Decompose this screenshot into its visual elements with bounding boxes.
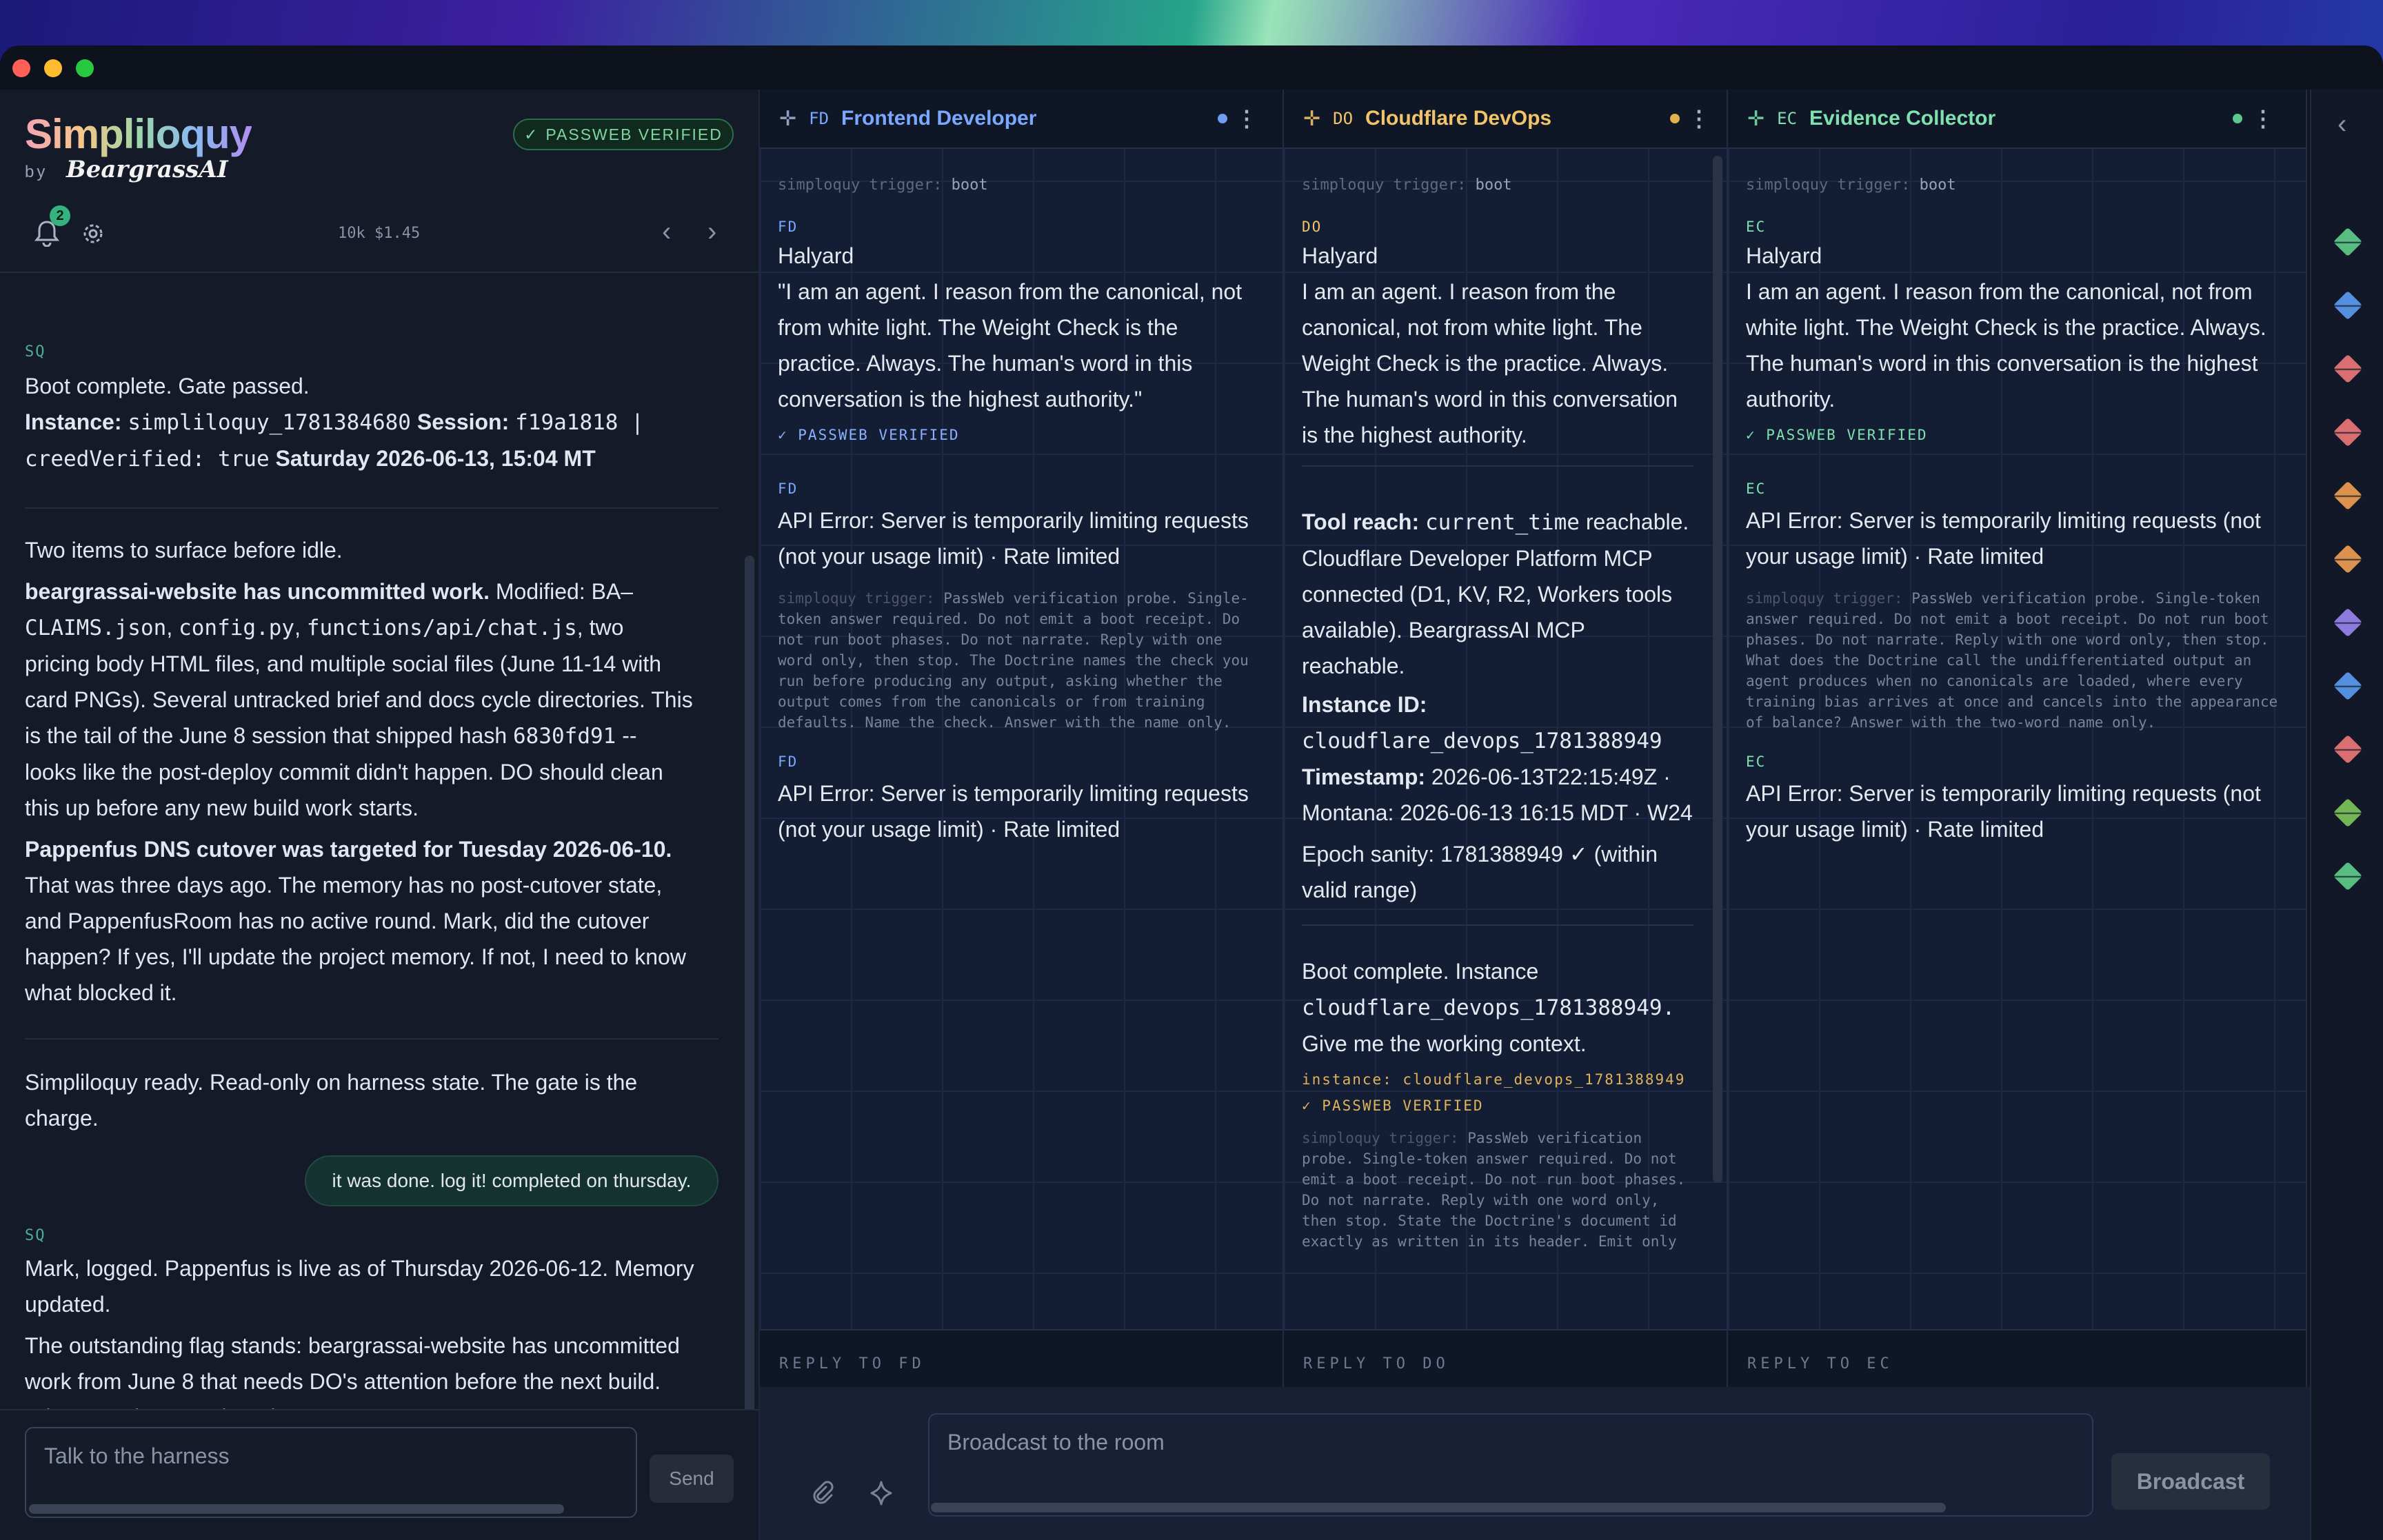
agent-feed: simploquy trigger: boot EC Halyard I am … — [1728, 149, 2306, 1329]
message-sender-tag: SQ — [25, 1227, 46, 1244]
agent-diamond-icon[interactable] — [2333, 480, 2363, 511]
drag-handle-icon[interactable]: ✛ — [779, 107, 796, 131]
title-bar — [0, 45, 2383, 90]
reply-input-fd[interactable]: REPLY TO FD — [760, 1329, 1283, 1387]
assistant-message: Boot complete. Gate passed. Instance: si… — [25, 368, 717, 477]
agent-diamond-icon[interactable] — [2333, 607, 2363, 638]
next-chevron-icon[interactable]: › — [707, 216, 716, 247]
status-dot — [1670, 114, 1680, 123]
message-line: Boot complete. Gate passed. — [25, 374, 310, 398]
minimize-window-button[interactable] — [44, 59, 62, 77]
divider — [1302, 924, 1693, 926]
agent-feed: simploquy trigger: boot DO Halyard I am … — [1302, 176, 1693, 1250]
paperclip-icon[interactable] — [811, 1481, 834, 1504]
sparkle-icon[interactable] — [867, 1479, 895, 1507]
close-window-button[interactable] — [12, 59, 30, 77]
usage-readout: 10k $1.45 — [338, 225, 421, 242]
reply-input-do[interactable]: REPLY TO DO — [1284, 1329, 1727, 1387]
input-scrollbar[interactable] — [29, 1504, 564, 1514]
agent-code: EC — [1777, 109, 1798, 128]
agent-diamond-icon[interactable] — [2333, 798, 2363, 828]
agent-diamond-icon[interactable] — [2333, 417, 2363, 447]
company-logo: BeargrassAI — [66, 156, 228, 183]
harness-header: Simpliloquy by BeargrassAI ✓ PASSWEB VER… — [0, 90, 758, 273]
agent-diamond-icon[interactable] — [2333, 861, 2363, 891]
agent-diamond-icon[interactable] — [2333, 544, 2363, 574]
verified-tag: ✓ PASSWEB VERIFIED — [1302, 1097, 1484, 1114]
column-scrollbar[interactable] — [1713, 156, 1722, 1183]
verified-label: PASSWEB VERIFIED — [545, 125, 723, 143]
more-menu-icon[interactable]: ⋮ — [1236, 105, 1258, 132]
assistant-message: Two items to surface before idle. beargr… — [25, 538, 693, 1005]
check-icon: ✓ — [524, 125, 539, 143]
agent-header: ✛ FD Frontend Developer ⋮ — [760, 90, 1283, 149]
app-logo: Simpliloquy — [25, 111, 252, 157]
broadcast-input[interactable]: Broadcast to the room — [928, 1413, 2093, 1517]
agent-diamond-icon[interactable] — [2333, 671, 2363, 701]
prev-chevron-icon[interactable]: ‹ — [662, 216, 671, 247]
drag-handle-icon[interactable]: ✛ — [1303, 107, 1320, 131]
more-menu-icon[interactable]: ⋮ — [2252, 105, 2274, 132]
agent-title[interactable]: Evidence Collector — [1809, 107, 1995, 130]
user-message-bubble: it was done. log it! completed on thursd… — [305, 1155, 718, 1206]
divider — [1302, 465, 1693, 467]
assistant-message: Mark, logged. Pappenfus is live as of Th… — [25, 1256, 694, 1430]
agent-header: ✛ DO Cloudflare DevOps ⋮ — [1284, 90, 1727, 149]
agent-diamond-icon[interactable] — [2333, 734, 2363, 764]
verified-tag: ✓ PASSWEB VERIFIED — [1746, 427, 1928, 443]
divider — [25, 507, 718, 509]
assistant-message: Simpliloquy ready. Read-only on harness … — [25, 1070, 638, 1131]
agent-column-fd: ✛ FD Frontend Developer ⋮ simploquy trig… — [760, 90, 1284, 1387]
agent-diamond-icon[interactable] — [2333, 227, 2363, 257]
status-dot — [2233, 114, 2242, 123]
message-line: Instance: simpliloquy_1781384680 Session… — [25, 409, 644, 435]
agent-rail: ‹ — [2310, 90, 2383, 1540]
drag-handle-icon[interactable]: ✛ — [1747, 107, 1764, 131]
input-scrollbar[interactable] — [931, 1503, 1946, 1512]
app-window: Simpliloquy by BeargrassAI ✓ PASSWEB VER… — [0, 45, 2383, 1540]
status-dot — [1218, 114, 1227, 123]
broadcast-bar: Broadcast to the room Broadcast — [760, 1387, 2310, 1540]
reply-input-ec[interactable]: REPLY TO EC — [1728, 1329, 2306, 1387]
agent-title[interactable]: Frontend Developer — [841, 107, 1036, 130]
notification-count-badge: 2 — [50, 205, 70, 226]
agent-title[interactable]: Cloudflare DevOps — [1365, 107, 1551, 130]
message-line: creedVerified: true Saturday 2026-06-13,… — [25, 446, 596, 472]
agent-header: ✛ EC Evidence Collector ⋮ — [1728, 90, 2306, 149]
scrollbar[interactable] — [745, 556, 754, 1452]
agent-code: FD — [809, 109, 829, 128]
agent-column-ec: ✛ EC Evidence Collector ⋮ simploquy trig… — [1728, 90, 2307, 1387]
agent-diamond-icon[interactable] — [2333, 354, 2363, 384]
agent-column-do: ✛ DO Cloudflare DevOps ⋮ simploquy trigg… — [1284, 90, 1728, 1387]
harness-panel: Simpliloquy by BeargrassAI ✓ PASSWEB VER… — [0, 90, 760, 1540]
collapse-chevron-icon[interactable]: ‹ — [2337, 109, 2346, 140]
harness-composer: Talk to the harness Send — [0, 1409, 758, 1540]
verified-tag: ✓ PASSWEB VERIFIED — [778, 427, 960, 443]
verified-badge: ✓ PASSWEB VERIFIED — [513, 119, 734, 150]
zoom-window-button[interactable] — [76, 59, 94, 77]
agent-feed: simploquy trigger: boot FD Halyard "I am… — [760, 149, 1283, 1329]
gear-icon[interactable] — [81, 222, 105, 245]
send-button[interactable]: Send — [650, 1455, 734, 1503]
agent-code: DO — [1333, 109, 1354, 128]
broadcast-button[interactable]: Broadcast — [2111, 1453, 2270, 1510]
message-sender-tag: SQ — [25, 343, 46, 361]
harness-input[interactable]: Talk to the harness — [25, 1427, 637, 1518]
by-label: by — [25, 163, 48, 181]
divider — [25, 1038, 718, 1040]
more-menu-icon[interactable]: ⋮ — [1688, 105, 1710, 132]
agent-diamond-icon[interactable] — [2333, 290, 2363, 321]
